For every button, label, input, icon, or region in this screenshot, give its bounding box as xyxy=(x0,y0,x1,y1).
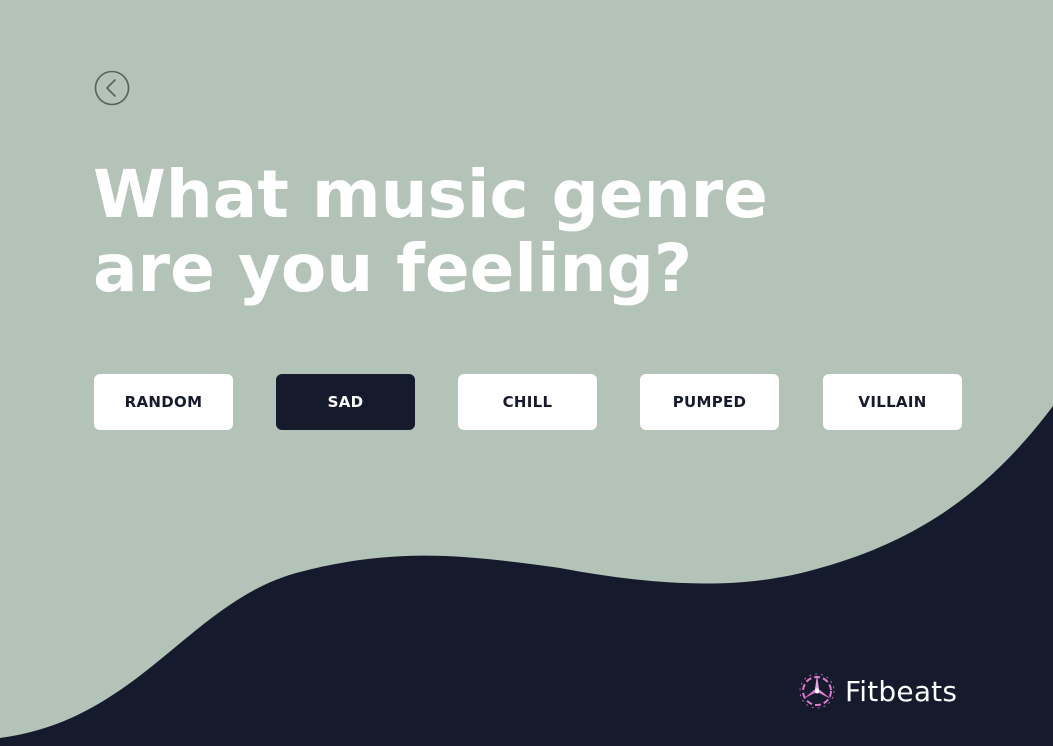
brand: Fitbeats xyxy=(797,668,957,714)
genre-button-label: VILLAIN xyxy=(858,393,927,411)
genre-button-pumped[interactable]: PUMPED xyxy=(640,374,779,430)
page-title: What music genre are you feeling? xyxy=(93,158,853,306)
genre-options: RANDOM SAD CHILL PUMPED VILLAIN xyxy=(94,374,963,430)
genre-button-sad[interactable]: SAD xyxy=(276,374,415,430)
genre-button-villain[interactable]: VILLAIN xyxy=(823,374,962,430)
fitbeats-logo-icon xyxy=(799,673,835,709)
genre-button-label: PUMPED xyxy=(672,393,747,411)
background-wave xyxy=(0,406,1053,746)
chevron-left-circle-icon xyxy=(94,70,130,106)
genre-button-label: CHILL xyxy=(502,393,553,411)
genre-button-random[interactable]: RANDOM xyxy=(94,374,233,430)
genre-button-chill[interactable]: CHILL xyxy=(458,374,597,430)
page-title-line-1: What music genre xyxy=(93,156,768,233)
back-button[interactable] xyxy=(94,70,130,106)
genre-button-label: SAD xyxy=(327,393,364,411)
genre-button-label: RANDOM xyxy=(124,393,203,411)
page-title-line-2: are you feeling? xyxy=(93,230,693,307)
brand-name: Fitbeats xyxy=(845,674,958,708)
